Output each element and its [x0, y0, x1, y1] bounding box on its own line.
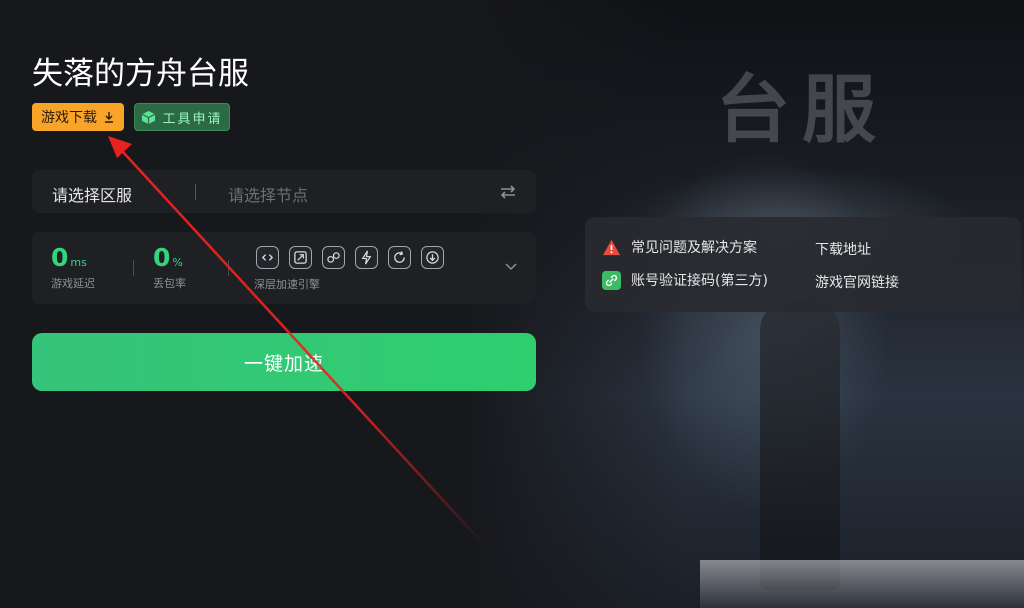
- one-click-boost-button[interactable]: 一键加速: [32, 333, 536, 391]
- download-icon: [105, 112, 113, 123]
- packet-loss-unit: %: [172, 256, 183, 269]
- latency-caption: 游戏延迟: [51, 277, 95, 290]
- game-download-button[interactable]: 游戏下载: [32, 103, 124, 131]
- window-engine-icon[interactable]: [289, 246, 312, 269]
- chevron-down-icon[interactable]: [504, 262, 518, 272]
- download-circle-icon[interactable]: [421, 246, 444, 269]
- background-title-art: 台服: [716, 67, 888, 153]
- stats-panel: 0 ms 游戏延迟 0% 丢包率 深层加速引擎: [32, 232, 536, 304]
- faq-label: 常见问题及解决方案: [631, 240, 757, 256]
- engine-caption: 深层加速引擎: [254, 278, 320, 291]
- packet-loss-caption: 丢包率: [153, 277, 186, 290]
- help-panel: 常见问题及解决方案 下载地址 账号验证接码(第三方) 游戏官网链接: [585, 217, 1021, 312]
- node-select[interactable]: 请选择节点: [228, 182, 308, 206]
- background-tower: [760, 300, 840, 590]
- packet-loss-stat: 0% 丢包率: [153, 244, 186, 291]
- region-select[interactable]: 请选择区服: [52, 182, 132, 206]
- latency-value: 0: [51, 243, 69, 272]
- official-site-link[interactable]: 游戏官网链接: [815, 272, 899, 292]
- faq-link[interactable]: 常见问题及解决方案: [602, 237, 757, 257]
- server-selector: 请选择区服 请选择节点: [32, 170, 536, 213]
- tool-apply-label: 工具申请: [162, 111, 223, 127]
- engine-icons: [256, 246, 444, 269]
- box-icon: [142, 110, 156, 124]
- link-engine-icon[interactable]: [256, 246, 279, 269]
- stats-divider: [228, 260, 229, 276]
- background-floor: [700, 560, 1024, 608]
- selector-divider: [195, 184, 196, 200]
- swap-icon[interactable]: [498, 182, 518, 202]
- account-code-link[interactable]: 账号验证接码(第三方): [602, 270, 768, 290]
- latency-stat: 0 ms 游戏延迟: [51, 244, 95, 291]
- page-title: 失落的方舟台服: [32, 56, 249, 92]
- refresh-icon[interactable]: [388, 246, 411, 269]
- download-address-link[interactable]: 下载地址: [815, 239, 871, 259]
- lightning-icon[interactable]: [355, 246, 378, 269]
- account-code-label: 账号验证接码(第三方): [631, 273, 768, 289]
- latency-unit: ms: [70, 256, 87, 269]
- chain-link-icon: [602, 270, 621, 290]
- tool-apply-button[interactable]: 工具申请: [134, 103, 230, 131]
- network-engine-icon[interactable]: [322, 246, 345, 269]
- warning-icon: [602, 239, 621, 255]
- packet-loss-value: 0: [153, 243, 171, 272]
- stats-divider: [133, 260, 134, 276]
- game-download-label: 游戏下载: [41, 110, 97, 126]
